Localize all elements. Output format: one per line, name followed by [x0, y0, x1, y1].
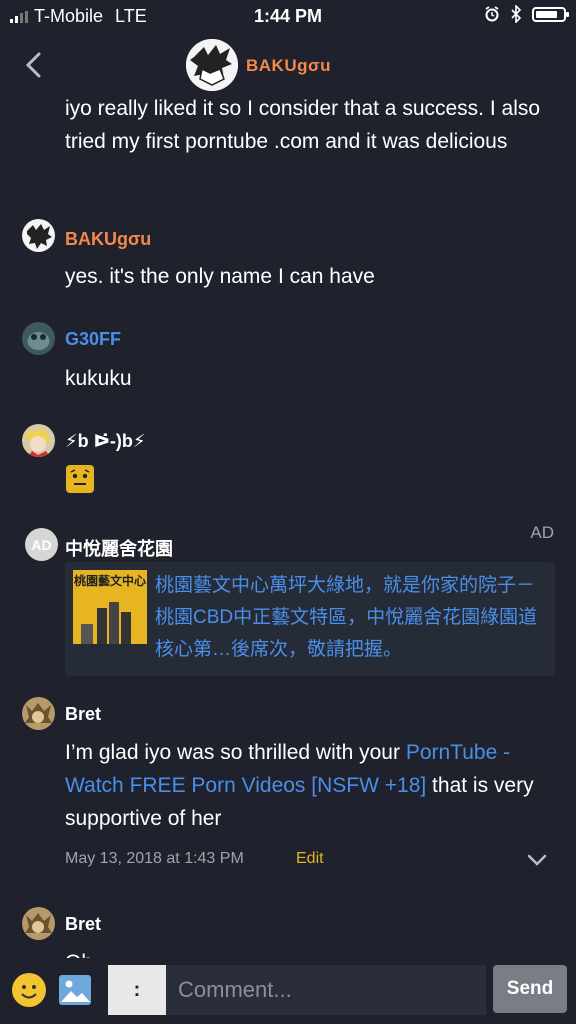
avatar[interactable]	[22, 907, 55, 940]
image-icon[interactable]	[58, 974, 92, 1006]
bluetooth-icon	[511, 5, 522, 23]
chevron-left-icon[interactable]	[20, 48, 50, 82]
author-name[interactable]: Bret	[65, 914, 101, 935]
message-text: kukuku	[65, 367, 132, 390]
comment-composer: : Comment... Send	[0, 958, 576, 1024]
send-button[interactable]: Send	[493, 965, 567, 1013]
message-text: yes. it's the only name I can have	[65, 265, 375, 288]
comment-input[interactable]: Comment...	[166, 965, 486, 1015]
edit-button[interactable]: Edit	[296, 850, 324, 868]
battery-icon	[532, 6, 569, 22]
message-text: iyo really liked it so I consider that a…	[65, 97, 541, 153]
author-name[interactable]: BAKUgσu	[65, 229, 151, 250]
emoji-icon[interactable]	[12, 973, 46, 1007]
author-name[interactable]: Bret	[65, 704, 101, 725]
author-name[interactable]: ⚡b ᐅ̇-)b⚡	[65, 431, 146, 452]
ad-label: AD	[530, 523, 554, 542]
message-timestamp: May 13, 2018 at 1:43 PM	[65, 850, 244, 867]
message-text-part: I’m glad iyo was so thrilled with your	[65, 741, 406, 764]
ad-avatar: AD	[25, 528, 58, 561]
emoji-face-icon	[65, 464, 95, 494]
ad-thumbnail-title: 桃園藝文中心	[73, 574, 146, 588]
avatar[interactable]	[22, 424, 55, 457]
ad-thumbnail[interactable]: 桃園藝文中心	[73, 570, 147, 644]
ad-card[interactable]: 桃園藝文中心 桃園藝文中心萬坪大綠地，就是你家的院子－桃園CBD中正藝文特區，中…	[65, 562, 555, 676]
message-text: I’m glad iyo was so thrilled with your P…	[65, 736, 555, 835]
colon-button[interactable]: :	[108, 965, 166, 1015]
alarm-icon	[485, 6, 499, 22]
conversation-title[interactable]: BAKUgσu	[246, 56, 331, 76]
author-name[interactable]: G30FF	[65, 329, 121, 350]
avatar[interactable]	[186, 39, 238, 91]
avatar[interactable]	[22, 322, 55, 355]
chat-header: BAKUgσu	[0, 34, 576, 96]
avatar[interactable]	[22, 219, 55, 252]
avatar[interactable]	[22, 697, 55, 730]
ad-text[interactable]: 桃園藝文中心萬坪大綠地，就是你家的院子－桃園CBD中正藝文特區，中悅麗舍花園綠園…	[155, 570, 550, 666]
status-bar: T-Mobile LTE 1:44 PM	[0, 0, 576, 34]
advertiser-name[interactable]: 中悅麗舍花園	[65, 535, 173, 561]
chevron-down-icon[interactable]	[526, 850, 548, 870]
